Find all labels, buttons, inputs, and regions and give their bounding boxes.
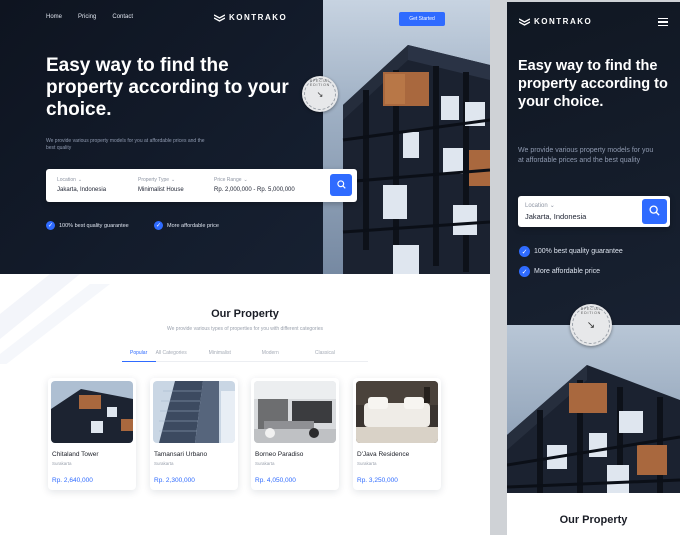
property-card[interactable]: Borneo Paradiso Surakarta Rp. 4,050,000	[251, 378, 339, 490]
property-price: Rp. 2,300,000	[154, 477, 195, 484]
property-type-value: Minimalist House	[138, 187, 184, 193]
category-tabs: Popular All Categories Minimalist Modern…	[122, 350, 368, 362]
tab-all-categories[interactable]: All Categories	[156, 350, 209, 361]
quality-guarantee-text: 100% best quality guarantee	[59, 222, 129, 229]
price-range-label: Price Range	[214, 177, 242, 183]
mobile-building-image	[507, 325, 680, 493]
property-search-bar: Location ⌄ Jakarta, Indonesia Property Ty…	[46, 169, 357, 202]
property-name: Chitaland Tower	[52, 451, 99, 458]
mockup-canvas: Home Pricing Contact KONTRAKO Get Starte…	[0, 0, 680, 535]
brand-logo[interactable]: KONTRAKO	[214, 13, 287, 22]
property-card[interactable]: Chitaland Tower Surakarta Rp. 2,640,000	[48, 378, 136, 490]
badge-text: SPECIAL EDITION	[309, 79, 331, 87]
search-icon	[336, 176, 346, 194]
mobile-location-label: Location	[525, 202, 548, 209]
menu-icon[interactable]	[658, 18, 668, 26]
mobile-affordable-price: ✓ More affordable price	[519, 266, 600, 277]
location-field[interactable]: Location ⌄ Jakarta, Indonesia	[57, 177, 106, 193]
mobile-badge-text: SPECIAL EDITION	[580, 307, 602, 315]
price-range-field[interactable]: Price Range ⌄ Rp. 2,000,000 - Rp. 5,000,0…	[214, 177, 295, 193]
mobile-search-bar: Location ⌄ Jakarta, Indonesia	[518, 196, 670, 227]
mobile-brand-name: KONTRAKO	[534, 17, 593, 26]
location-label: Location	[57, 177, 76, 183]
hero-subtext: We provide various property models for y…	[46, 138, 205, 151]
check-icon: ✓	[46, 221, 55, 230]
property-type-field[interactable]: Property Type ⌄ Minimalist House	[138, 177, 184, 193]
property-card[interactable]: D'Java Residence Surakarta Rp. 3,250,000	[353, 378, 441, 490]
mobile-property-title: Our Property	[559, 514, 628, 526]
mobile-hero-subtext: We provide various property models for y…	[518, 147, 654, 164]
logo-icon	[214, 13, 225, 22]
check-icon: ✓	[519, 246, 530, 257]
property-image	[51, 381, 133, 443]
property-city: Surakarta	[255, 461, 275, 466]
price-range-value: Rp. 2,000,000 - Rp. 5,000,000	[214, 187, 295, 193]
property-section-title: Our Property	[211, 308, 279, 320]
chevron-down-icon: ⌄	[243, 177, 248, 183]
mobile-location-field[interactable]: Location ⌄ Jakarta, Indonesia	[525, 202, 587, 222]
property-price: Rp. 2,640,000	[52, 477, 93, 484]
property-city: Surakarta	[52, 461, 72, 466]
mobile-search-button[interactable]	[642, 199, 667, 224]
mobile-hero-headline: Easy way to find the property according …	[518, 58, 668, 110]
property-name: Borneo Paradiso	[255, 451, 304, 458]
property-type-label: Property Type	[138, 177, 170, 183]
property-image	[254, 381, 336, 443]
search-icon	[649, 203, 660, 221]
search-button[interactable]	[330, 174, 352, 196]
mobile-page: KONTRAKO Easy way to find the property a…	[507, 2, 680, 535]
mobile-quality-guarantee: ✓ 100% best quality guarantee	[519, 246, 623, 257]
property-name: Tamansari Urbano	[154, 451, 208, 458]
affordable-price-text: More affordable price	[167, 222, 219, 229]
mobile-quality-guarantee-text: 100% best quality guarantee	[534, 248, 623, 255]
mobile-location-value: Jakarta, Indonesia	[525, 212, 587, 221]
property-image	[153, 381, 235, 443]
chevron-down-icon: ⌄	[549, 203, 555, 209]
property-city: Surakarta	[154, 461, 174, 466]
mobile-brand-logo[interactable]: KONTRAKO	[519, 17, 592, 26]
top-nav: Home Pricing Contact	[46, 14, 133, 20]
check-icon: ✓	[154, 221, 163, 230]
nav-home[interactable]: Home	[46, 14, 62, 20]
mobile-special-edition-badge: SPECIAL EDITION ↘	[570, 304, 612, 346]
brand-name: KONTRAKO	[229, 13, 288, 22]
chevron-down-icon: ⌄	[77, 177, 83, 183]
special-edition-badge: SPECIAL EDITION ↘	[302, 76, 338, 112]
affordable-price: ✓ More affordable price	[154, 221, 219, 230]
logo-icon	[519, 17, 530, 26]
property-price: Rp. 3,250,000	[357, 477, 398, 484]
property-image	[356, 381, 438, 443]
tab-modern[interactable]: Modern	[262, 350, 315, 361]
desktop-page: Home Pricing Contact KONTRAKO Get Starte…	[0, 0, 490, 535]
hero-section: Home Pricing Contact KONTRAKO Get Starte…	[0, 0, 490, 274]
property-name: D'Java Residence	[357, 451, 410, 458]
check-icon: ✓	[519, 266, 530, 277]
tab-popular[interactable]: Popular	[122, 350, 156, 362]
get-started-button[interactable]: Get Started	[399, 12, 445, 26]
property-section-subtitle: We provide various types of properties f…	[166, 326, 323, 332]
chevron-down-icon: ⌄	[171, 177, 176, 183]
nav-contact[interactable]: Contact	[112, 14, 133, 20]
location-value: Jakarta, Indonesia	[57, 187, 107, 193]
quality-guarantee: ✓ 100% best quality guarantee	[46, 221, 129, 230]
mobile-affordable-price-text: More affordable price	[534, 268, 601, 275]
hero-headline: Easy way to find the property according …	[46, 55, 289, 120]
nav-pricing[interactable]: Pricing	[78, 14, 96, 20]
property-card[interactable]: Tamansari Urbano Surakarta Rp. 2,300,000	[150, 378, 238, 490]
tab-minimalist[interactable]: Minimalist	[209, 350, 262, 361]
building-image	[323, 0, 490, 274]
mobile-hero-section: KONTRAKO Easy way to find the property a…	[507, 2, 680, 325]
tab-classical[interactable]: Classical	[315, 350, 368, 361]
property-price: Rp. 4,050,000	[255, 477, 296, 484]
property-city: Surakarta	[357, 461, 377, 466]
